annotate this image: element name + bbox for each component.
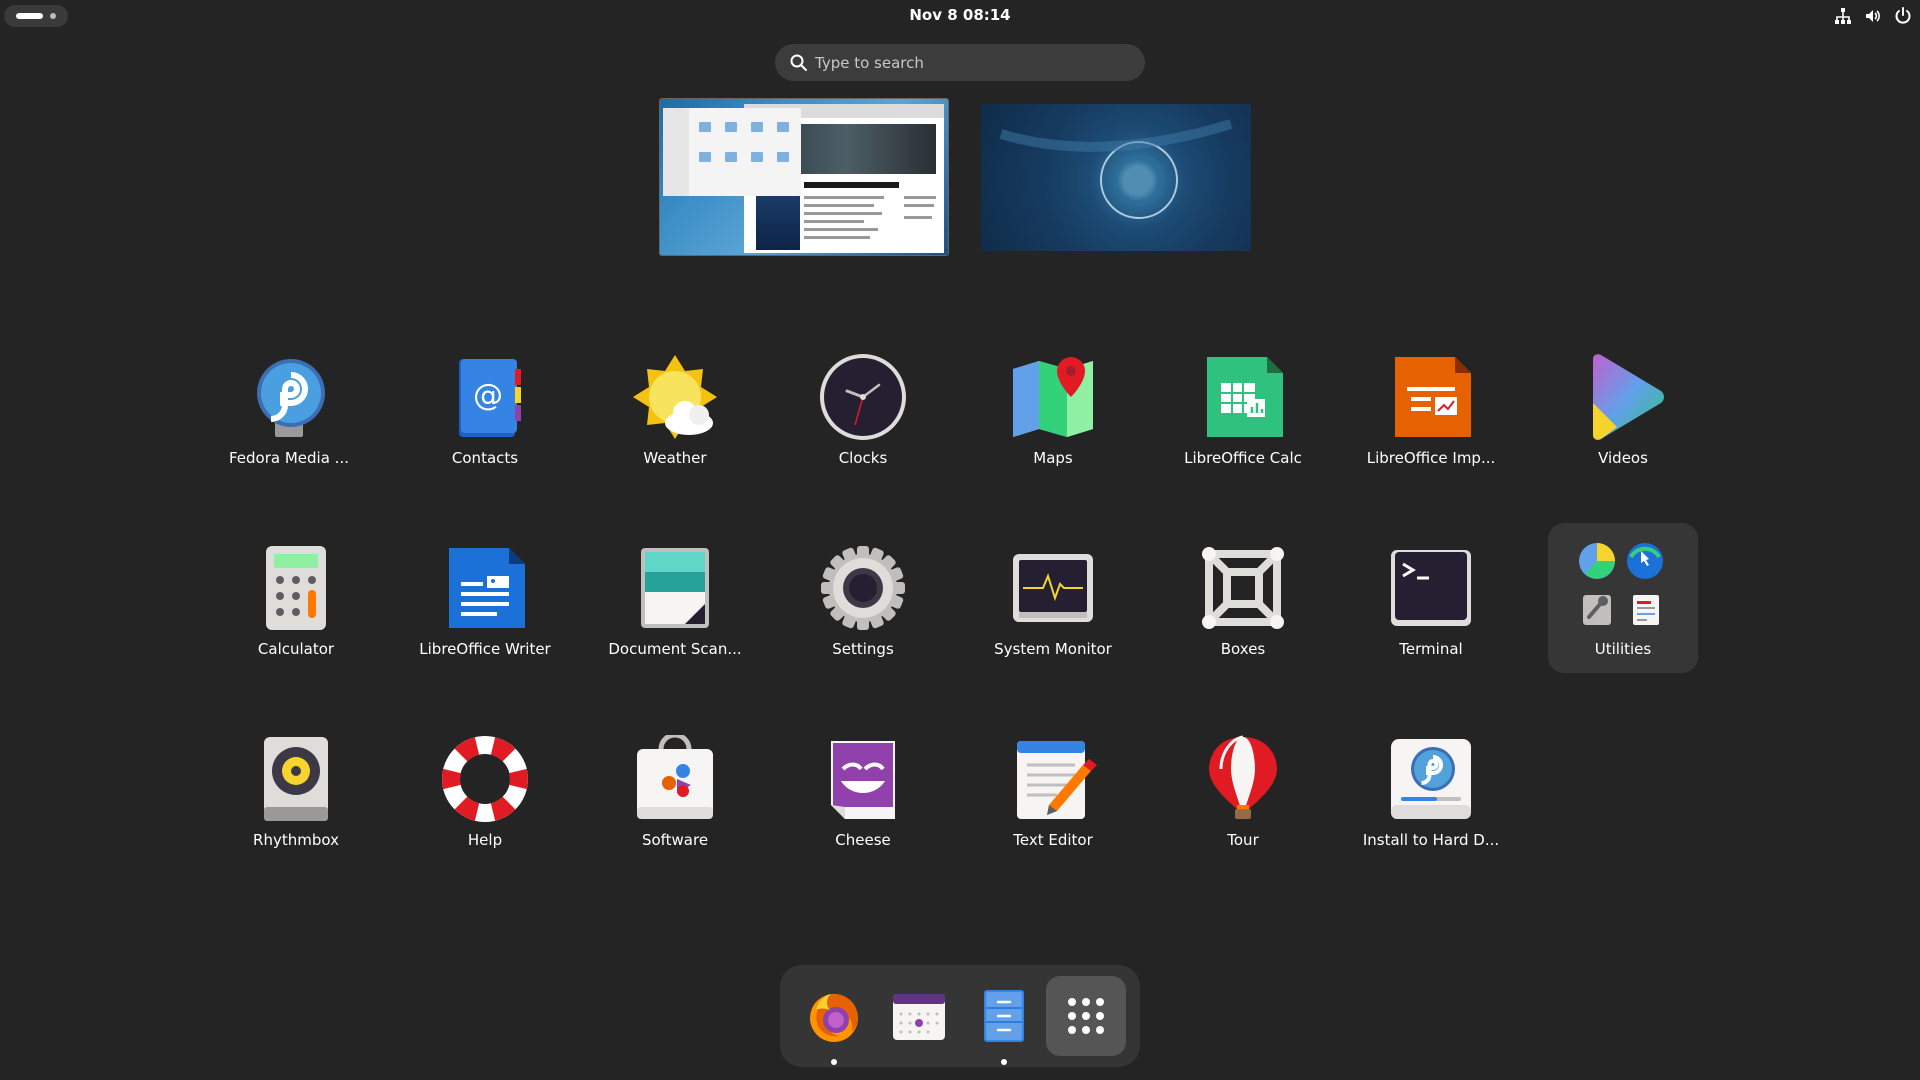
app-fedora-media-writer[interactable]: Fedora Media ...	[214, 341, 364, 491]
app-label: Videos	[1598, 449, 1648, 467]
maps-icon	[1013, 357, 1093, 437]
app-label: Cheese	[835, 831, 891, 849]
dash	[780, 965, 1140, 1067]
libreoffice-impress-icon	[1395, 357, 1471, 437]
app-tour[interactable]: Tour	[1168, 723, 1318, 873]
running-indicator	[831, 1059, 837, 1065]
app-label: Document Scan...	[608, 640, 742, 658]
dash-item-firefox[interactable]	[794, 976, 874, 1065]
app-install-to-hard-drive[interactable]: Install to Hard D...	[1356, 723, 1506, 873]
app-label: Settings	[832, 640, 894, 658]
app-clocks[interactable]: Clocks	[788, 341, 938, 491]
utilities-folder-preview	[1579, 543, 1663, 625]
search-icon	[790, 54, 807, 71]
rhythmbox-icon	[264, 737, 328, 821]
app-label: Software	[641, 831, 709, 849]
app-cheese[interactable]: Cheese	[788, 723, 938, 873]
calculator-icon	[266, 546, 326, 630]
app-label: Install to Hard D...	[1362, 831, 1500, 849]
clocks-icon	[820, 354, 906, 440]
videos-icon	[1593, 354, 1664, 440]
app-label: Calculator	[257, 640, 335, 658]
clock[interactable]: Nov 8 08:14	[860, 0, 1060, 30]
install-to-hard-drive-icon	[1391, 739, 1471, 819]
power-icon[interactable]	[1894, 7, 1912, 25]
app-label: Terminal	[1399, 640, 1463, 658]
workspace-thumbnail-1[interactable]	[660, 99, 948, 255]
top-bar: Nov 8 08:14	[0, 0, 1920, 30]
activities-button[interactable]	[4, 5, 68, 27]
active-workspace-indicator	[16, 13, 43, 19]
app-terminal[interactable]: Terminal	[1356, 532, 1506, 682]
app-grid-icon	[1068, 998, 1104, 1034]
app-weather[interactable]: Weather	[600, 341, 750, 491]
show-apps-button[interactable]	[1046, 976, 1126, 1056]
app-boxes[interactable]: Boxes	[1168, 532, 1318, 682]
app-label: Contacts	[451, 449, 519, 467]
app-label: Fedora Media ...	[229, 449, 349, 467]
app-label: Rhythmbox	[253, 831, 339, 849]
terminal-icon	[1391, 550, 1471, 626]
app-label: Boxes	[1220, 640, 1266, 658]
svg-text:@: @	[473, 378, 503, 413]
app-system-monitor[interactable]: System Monitor	[978, 532, 1128, 682]
tour-icon	[1209, 735, 1277, 819]
app-label: System Monitor	[994, 640, 1112, 658]
libreoffice-calc-icon	[1207, 357, 1283, 437]
app-label: LibreOffice Writer	[419, 640, 551, 658]
calendar-icon	[893, 994, 945, 1040]
weather-icon	[633, 355, 717, 439]
app-libreoffice-writer[interactable]: LibreOffice Writer	[410, 532, 560, 682]
app-calculator[interactable]: Calculator	[221, 532, 371, 682]
app-label: Clocks	[838, 449, 888, 467]
app-label: Weather	[643, 449, 707, 467]
app-label: Help	[467, 831, 503, 849]
running-indicator	[1001, 1059, 1007, 1065]
app-contacts[interactable]: @ Contacts	[410, 341, 560, 491]
app-videos[interactable]: Videos	[1548, 341, 1698, 491]
dash-item-calendar[interactable]	[879, 976, 959, 1056]
libreoffice-writer-icon	[449, 548, 525, 628]
app-label: LibreOffice Imp...	[1366, 449, 1496, 467]
settings-icon	[821, 546, 905, 630]
system-tray[interactable]	[1834, 5, 1912, 27]
utilities-folder-icon	[1571, 535, 1675, 639]
network-icon[interactable]	[1834, 7, 1852, 25]
app-label: Maps	[1033, 449, 1073, 467]
app-maps[interactable]: Maps	[978, 341, 1128, 491]
boxes-icon	[1202, 547, 1284, 629]
app-document-scanner[interactable]: Document Scan...	[600, 532, 750, 682]
document-scanner-icon	[641, 548, 709, 628]
app-label: Tour	[1227, 831, 1259, 849]
app-help[interactable]: Help	[410, 723, 560, 873]
wallpaper-preview	[999, 119, 1233, 219]
app-libreoffice-impress[interactable]: LibreOffice Imp...	[1356, 341, 1506, 491]
app-libreoffice-calc[interactable]: LibreOffice Calc	[1168, 341, 1318, 491]
system-monitor-icon	[1013, 554, 1093, 622]
fedora-media-writer-icon	[257, 359, 325, 437]
folder-utilities[interactable]: Utilities	[1548, 523, 1698, 673]
app-label: LibreOffice Calc	[1184, 449, 1302, 467]
text-editor-icon	[1017, 741, 1097, 819]
firefox-icon	[810, 994, 858, 1042]
software-icon	[637, 735, 713, 819]
files-icon	[984, 990, 1024, 1042]
app-settings[interactable]: Settings	[788, 532, 938, 682]
cheese-icon	[831, 741, 895, 819]
app-label: Text Editor	[1013, 831, 1093, 849]
help-icon	[442, 736, 528, 822]
app-software[interactable]: Software	[600, 723, 750, 873]
contacts-icon: @	[459, 359, 521, 437]
app-label: Utilities	[1594, 640, 1652, 658]
workspace-indicator	[50, 13, 56, 19]
files-window-preview[interactable]	[663, 108, 801, 196]
search-entry[interactable]	[775, 44, 1145, 81]
volume-icon[interactable]	[1864, 7, 1882, 25]
app-text-editor[interactable]: Text Editor	[978, 723, 1128, 873]
dash-item-files[interactable]	[964, 976, 1044, 1065]
search-input[interactable]	[815, 44, 1125, 81]
app-rhythmbox[interactable]: Rhythmbox	[221, 723, 371, 873]
workspace-thumbnail-2[interactable]	[981, 104, 1251, 251]
